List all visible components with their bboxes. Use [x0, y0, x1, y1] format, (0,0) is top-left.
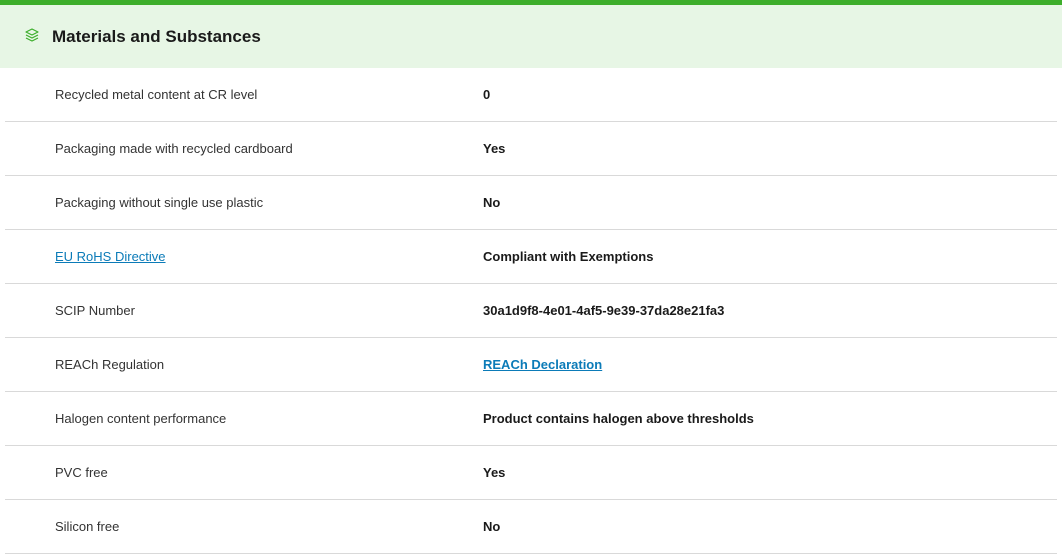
- reach-declaration-link[interactable]: REACh Declaration: [483, 357, 602, 372]
- row-value: 30a1d9f8-4e01-4af5-9e39-37da28e21fa3: [483, 303, 725, 318]
- row-label: Halogen content performance: [55, 411, 227, 426]
- row-label: Silicon free: [55, 519, 120, 534]
- table-row: Recycled metal content at CR level 0: [5, 68, 1057, 122]
- row-label: Packaging made with recycled cardboard: [55, 141, 293, 156]
- row-value: No: [483, 519, 501, 534]
- section-header: Materials and Substances: [0, 5, 1062, 68]
- row-value: Product contains halogen above threshold…: [483, 411, 754, 426]
- layers-leaf-icon: [22, 25, 42, 45]
- eu-rohs-directive-link[interactable]: EU RoHS Directive: [55, 249, 166, 264]
- row-label-cell: EU RoHS Directive: [5, 249, 483, 264]
- table-row: PVC free Yes: [5, 446, 1057, 500]
- row-value-cell: REACh Declaration: [483, 357, 602, 372]
- row-value: No: [483, 195, 501, 210]
- attributes-table: Recycled metal content at CR level 0 Pac…: [0, 68, 1062, 554]
- row-label: Recycled metal content at CR level: [55, 87, 258, 102]
- row-label: SCIP Number: [55, 303, 135, 318]
- row-value: Yes: [483, 141, 506, 156]
- row-label: Packaging without single use plastic: [55, 195, 264, 210]
- row-label: PVC free: [55, 465, 108, 480]
- table-row: Halogen content performance Product cont…: [5, 392, 1057, 446]
- materials-substances-panel: Materials and Substances Recycled metal …: [0, 0, 1062, 554]
- table-row: EU RoHS Directive Compliant with Exempti…: [5, 230, 1057, 284]
- row-value: Compliant with Exemptions: [483, 249, 654, 264]
- row-value: Yes: [483, 465, 506, 480]
- table-row: Packaging made with recycled cardboard Y…: [5, 122, 1057, 176]
- table-row: Packaging without single use plastic No: [5, 176, 1057, 230]
- row-value: 0: [483, 87, 491, 102]
- section-title: Materials and Substances: [52, 26, 261, 46]
- table-row: Silicon free No: [5, 500, 1057, 554]
- table-row: SCIP Number 30a1d9f8-4e01-4af5-9e39-37da…: [5, 284, 1057, 338]
- row-label: REACh Regulation: [55, 357, 165, 372]
- table-row: REACh Regulation REACh Declaration: [5, 338, 1057, 392]
